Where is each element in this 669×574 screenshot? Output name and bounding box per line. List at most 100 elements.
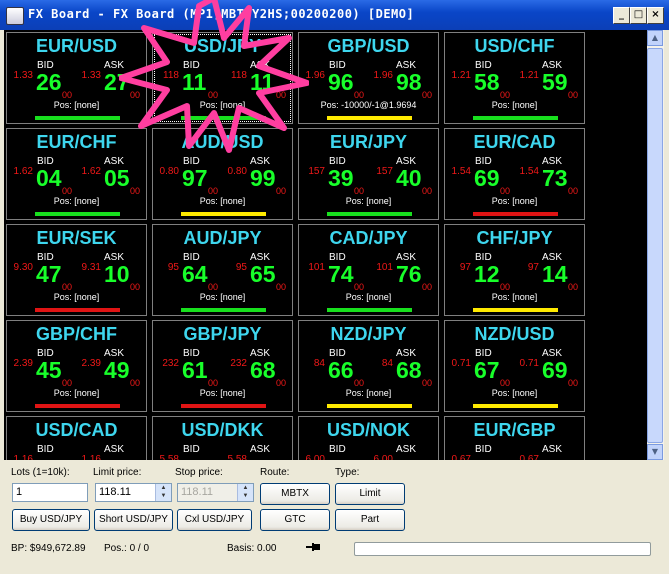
bid-pips: 61 [182, 357, 208, 383]
cancel-order-button[interactable]: Cxl USD/JPY [177, 509, 252, 531]
vertical-scrollbar[interactable]: ▲ ▼ [647, 30, 664, 460]
scroll-thumb[interactable] [647, 48, 663, 443]
bid-label: BID [475, 444, 492, 455]
currency-tile[interactable]: GBP/USD BID ASK 1.96 96 00 1.96 98 00 Pos: -10000… [298, 32, 439, 124]
currency-tile[interactable]: USD/CHF BID ASK 1.21 58 00 1.21 59 00 Pos: [none] [444, 32, 585, 124]
bid-prefix: 84 [313, 358, 325, 369]
scroll-down-button[interactable]: ▼ [647, 444, 663, 460]
maximize-button[interactable]: □ [630, 7, 647, 24]
stop-price-label: Stop price: [175, 467, 223, 478]
bid-prefix: 97 [459, 262, 471, 273]
ask-prefix: 1.21 [519, 70, 539, 81]
currency-tile[interactable]: USD/CAD BID ASK 1.16 1.16 [6, 416, 147, 460]
buy-button[interactable]: Buy USD/JPY [12, 509, 90, 531]
close-button[interactable]: × [647, 7, 664, 24]
currency-tile[interactable]: EUR/SEK BID ASK 9.30 47 00 9.31 10 00 Pos: [none] [6, 224, 147, 316]
ask-prefix: 157 [376, 166, 393, 177]
currency-tile[interactable]: CHF/JPY BID ASK 97 12 00 97 14 00 Pos: [none] [444, 224, 585, 316]
ask-prefix: 97 [527, 262, 539, 273]
pair-name: EUR/SEK [36, 228, 117, 248]
trend-bar [181, 212, 266, 216]
bid-fraction: 00 [354, 282, 365, 292]
bid-prefix: 1.96 [305, 70, 325, 81]
bid-prefix: 1.16 [13, 454, 33, 460]
trend-bar [35, 308, 120, 312]
trend-bar [473, 308, 558, 312]
currency-tile[interactable]: EUR/CHF BID ASK 1.62 04 00 1.62 05 00 Pos: [none] [6, 128, 147, 220]
limit-price-label: Limit price: [93, 467, 142, 478]
ask-label: ASK [396, 444, 417, 455]
trend-bar [35, 116, 120, 120]
route-gtc-button[interactable]: GTC [260, 509, 330, 531]
ask-prefix: 0.80 [227, 166, 247, 177]
ask-prefix: 84 [381, 358, 393, 369]
position-text: Pos: [none] [199, 196, 246, 206]
bid-prefix: 0.71 [451, 358, 471, 369]
bid-pips: 74 [328, 261, 354, 287]
limit-price-stepper[interactable]: 118.11 ▲ ▼ [95, 483, 172, 502]
pair-name: EUR/CHF [36, 132, 117, 152]
ask-prefix: 9.31 [81, 262, 101, 273]
ask-prefix: 95 [235, 262, 247, 273]
scroll-up-button[interactable]: ▲ [647, 30, 663, 46]
ask-prefix: 118 [231, 70, 247, 81]
short-button[interactable]: Short USD/JPY [94, 509, 173, 531]
ask-prefix: 1.33 [81, 70, 101, 81]
trend-bar [35, 404, 120, 408]
trend-bar [473, 404, 558, 408]
ask-prefix: 2.39 [81, 358, 101, 369]
minimize-button[interactable]: _ [613, 7, 630, 24]
bid-fraction: 00 [500, 378, 511, 388]
limit-spin-icon[interactable]: ▲ ▼ [155, 484, 171, 501]
currency-tile[interactable]: GBP/CHF BID ASK 2.39 45 00 2.39 49 00 Pos: [none] [6, 320, 147, 412]
basis-text: Basis: 0.00 [227, 543, 277, 554]
currency-tile[interactable]: EUR/GBP BID ASK 0.67 0.67 [444, 416, 585, 460]
bid-fraction: 00 [500, 282, 511, 292]
ask-fraction: 00 [568, 378, 579, 388]
currency-tile[interactable]: USD/NOK BID ASK 6.00 6.00 [298, 416, 439, 460]
bid-fraction: 00 [500, 186, 511, 196]
currency-tile[interactable]: GBP/JPY BID ASK 232 61 00 232 68 00 Pos: [none] [152, 320, 293, 412]
bid-prefix: 1.21 [451, 70, 471, 81]
pair-name: AUD/USD [181, 132, 264, 152]
ask-label: ASK [104, 444, 125, 455]
bid-pips: 66 [328, 357, 354, 383]
lots-input[interactable]: 1 [12, 483, 88, 502]
route-mbtx-button[interactable]: MBTX [260, 483, 330, 505]
position-text: Pos: [none] [53, 292, 100, 302]
position-text: Pos: [none] [491, 388, 538, 398]
bid-prefix: 2.39 [13, 358, 33, 369]
pin-icon[interactable] [306, 542, 320, 552]
currency-tile[interactable]: NZD/USD BID ASK 0.71 67 00 0.71 69 00 Pos: [none] [444, 320, 585, 412]
currency-tile[interactable]: EUR/JPY BID ASK 157 39 00 157 40 00 Pos: [none] [298, 128, 439, 220]
currency-tile[interactable]: EUR/USD BID ASK 1.33 26 00 1.33 27 00 Pos: [none] [6, 32, 147, 124]
ask-fraction: 00 [568, 282, 579, 292]
trend-bar [327, 404, 412, 408]
currency-tile[interactable]: AUD/JPY BID ASK 95 64 00 95 65 00 Pos: [none] [152, 224, 293, 316]
position-text: Pos: [none] [491, 100, 538, 110]
lots-value: 1 [16, 486, 23, 498]
trend-bar [327, 308, 412, 312]
type-limit-button[interactable]: Limit [335, 483, 405, 505]
ask-pips: 69 [542, 357, 568, 383]
currency-tile[interactable]: USD/DKK BID ASK 5.58 5.58 [152, 416, 293, 460]
type-part-button[interactable]: Part [335, 509, 405, 531]
currency-tile[interactable]: AUD/USD BID ASK 0.80 97 00 0.80 99 00 Pos: [none] [152, 128, 293, 220]
ask-fraction: 00 [276, 90, 287, 100]
currency-tile[interactable]: USD/JPY BID ASK 118 11 00 118 11 00 Pos: [none] [152, 32, 293, 124]
pair-name: USD/CHF [474, 36, 555, 56]
ask-fraction: 00 [422, 90, 433, 100]
order-panel: Lots (1=10k): 1 Limit price: 118.11 ▲ ▼ St… [4, 462, 665, 570]
bid-prefix: 0.80 [159, 166, 179, 177]
currency-tile[interactable]: CAD/JPY BID ASK 101 74 00 101 76 00 Pos: [none] [298, 224, 439, 316]
currency-tile[interactable]: NZD/JPY BID ASK 84 66 00 84 68 00 Pos: [none] [298, 320, 439, 412]
ask-pips: 73 [542, 165, 568, 191]
pair-name: EUR/GBP [473, 420, 556, 440]
currency-tile[interactable]: EUR/CAD BID ASK 1.54 69 00 1.54 73 00 Pos: [none] [444, 128, 585, 220]
bid-pips: 58 [474, 69, 500, 95]
ask-prefix: 1.96 [373, 70, 393, 81]
type-label: Type: [335, 467, 360, 478]
position-text: Pos: [none] [345, 196, 392, 206]
bid-pips: 69 [474, 165, 500, 191]
ask-prefix: 0.71 [519, 358, 539, 369]
